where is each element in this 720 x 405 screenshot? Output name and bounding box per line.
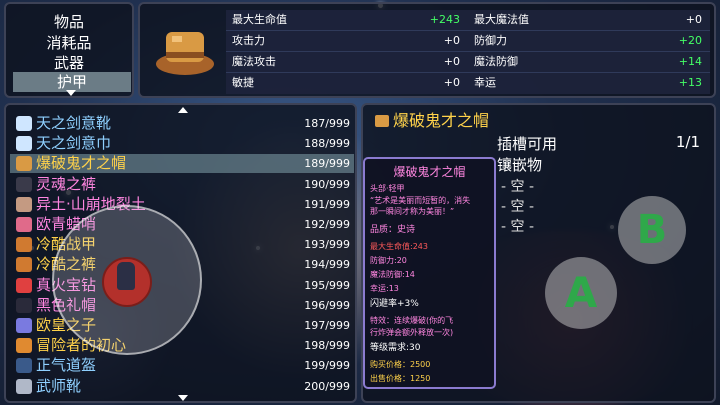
item-count: 187/999 [304,117,350,130]
stat-value: +14 [678,55,702,68]
card-quality: 品质：史诗 [370,225,416,235]
item-icon [16,378,32,394]
card-effect: 特效：连续爆破(你的飞 [370,316,454,325]
card-sell-price: 出售价格：1250 [370,374,431,383]
item-name: 灵魂之裤 [36,174,97,193]
item-count: 194/999 [304,258,350,272]
item-name: 爆破鬼才之帽 [36,154,127,173]
stat-value: +0 [685,13,702,26]
scroll-down-arrow-icon[interactable] [66,90,76,96]
item-count: 191/999 [304,197,350,211]
card-stat-mdef: 魔法防御:14 [370,270,415,279]
item-count: 199/999 [304,359,350,373]
item-icon [16,318,32,333]
stats-table: 最大生命值 +243 攻击力 +0 魔法攻击 +0 敏捷 +0 最大魔法值 +0 防御力 +… [226,10,710,94]
item-count: 189/999 [304,157,350,171]
card-stat-def: 防御力:20 [370,256,407,265]
item-icon [16,156,32,172]
stat-name: 魔法防御 [474,55,518,68]
detail-title: 爆破鬼才之帽 [393,111,490,130]
a-button[interactable]: A [545,257,617,329]
item-icon [16,358,32,374]
item-icon [16,257,32,273]
stat-name: 敏捷 [232,76,254,89]
stat-value: +20 [678,34,702,47]
empty-slot[interactable]: - 空 - [501,216,534,236]
item-name: 武师靴 [36,376,82,395]
stat-value: +0 [443,34,460,47]
stat-name: 最大魔法值 [474,13,529,26]
hat-icon [156,32,214,75]
item-row[interactable]: 武师靴 200/999 [10,377,354,396]
card-buy-price: 购买价格：2500 [370,360,431,369]
category-armor[interactable]: 护甲 [13,72,131,92]
stat-name: 攻击力 [232,34,265,47]
stats-panel: 最大生命值 +243 攻击力 +0 魔法攻击 +0 敏捷 +0 最大魔法值 +0 防御力 +… [138,2,716,98]
item-name: 正气道盔 [36,356,97,375]
item-row[interactable]: 爆破鬼才之帽 189/999 [10,154,354,174]
category-items[interactable]: 物品 [6,12,132,32]
item-icon [16,176,32,192]
scroll-down-arrow-icon[interactable] [178,395,188,401]
empty-slot[interactable]: - 空 - [501,176,534,196]
stat-name: 最大生命值 [232,13,287,26]
category-weapons[interactable]: 武器 [6,53,132,73]
item-count: 196/999 [304,298,350,312]
item-count: 200/999 [304,379,350,393]
item-icon [16,116,32,131]
item-count: 192/999 [304,218,350,231]
item-row[interactable]: 天之剑意巾 188/999 [10,134,354,153]
slot-available-label: 插槽可用 [497,135,558,153]
card-effect: 行炸弹会额外释放一次) [370,328,454,337]
b-button[interactable]: B [618,196,686,264]
stat-name: 魔法攻击 [232,55,276,68]
item-name: 天之剑意靴 [36,114,112,132]
item-icon [16,338,32,354]
scroll-up-arrow-icon[interactable] [178,107,188,113]
item-row[interactable]: 灵魂之裤 190/999 [10,175,354,194]
stat-value: +0 [443,76,460,89]
category-panel: 物品 消耗品 武器 护甲 [4,2,134,98]
item-row[interactable]: 冒险者的初心 198/999 [10,336,354,355]
item-count: 197/999 [304,319,350,332]
stat-value: +0 [443,55,460,68]
slot-count: 1/1 [675,133,700,151]
item-count: 193/999 [304,238,350,252]
card-stat-luck: 幸运:13 [370,284,399,293]
item-count: 190/999 [304,177,350,191]
item-icon [16,277,32,293]
item-tooltip-card: 爆破鬼才之帽 头部·轻甲 “艺术是美丽而短暂的，消失 那一瞬间才称为美丽！” 品… [363,157,496,389]
item-icon [16,196,32,212]
card-stat-hp: 最大生命值:243 [370,242,428,251]
card-dodge: 闪避率+3% [370,299,419,309]
player-character-icon [117,262,135,290]
item-icon [16,297,32,313]
item-count: 195/999 [304,278,350,292]
item-row[interactable]: 天之剑意靴 187/999 [10,114,354,133]
item-name: 天之剑意巾 [36,134,112,153]
card-description: 那一瞬间才称为美丽！” [370,207,455,216]
card-title: 爆破鬼才之帽 [393,165,466,179]
item-icon [16,237,32,253]
stat-value: +13 [678,76,702,89]
empty-slot[interactable]: - 空 - [501,196,534,216]
gem-label: 镶嵌物 [497,156,543,174]
card-level-requirement: 等级需求:30 [370,343,421,353]
stat-value: +243 [429,13,460,26]
card-description: “艺术是美丽而短暂的，消失 [370,196,471,205]
item-icon [16,136,32,152]
category-consumables[interactable]: 消耗品 [6,33,132,53]
item-count: 198/999 [304,339,350,353]
hat-icon [375,115,389,127]
stat-name: 防御力 [474,34,507,47]
item-icon [16,217,32,232]
card-type: 头部·轻甲 [370,184,405,193]
item-row[interactable]: 正气道盔 199/999 [10,356,354,375]
stat-name: 幸运 [474,76,496,89]
item-count: 188/999 [304,137,350,151]
item-row[interactable]: 异土·山崩地裂土 191/999 [10,195,354,214]
